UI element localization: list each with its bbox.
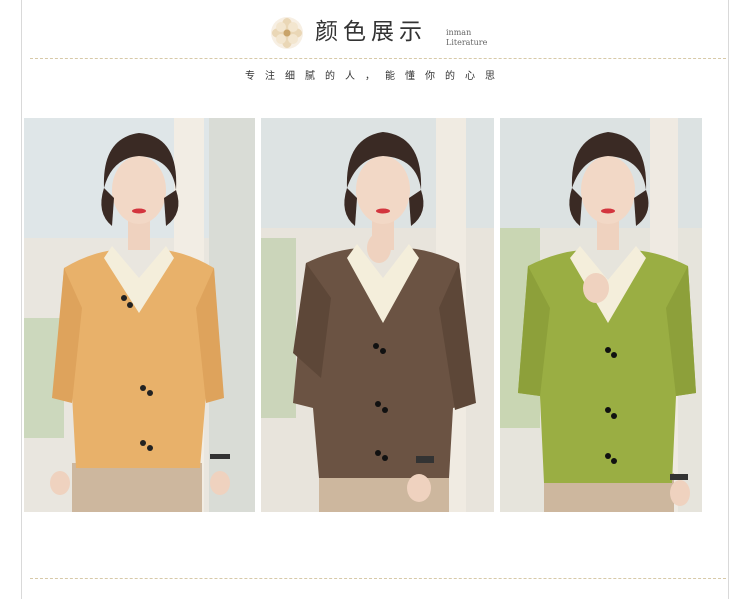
right-page-border: [728, 0, 729, 599]
product-photo-yellow[interactable]: [24, 118, 255, 512]
flower-icon: [270, 16, 304, 50]
section-header: 颜色展示 inman Literature: [0, 0, 750, 60]
product-photo-green[interactable]: [500, 118, 702, 512]
subtitle-line-2: Literature: [446, 38, 488, 47]
color-photo-gallery: [24, 118, 702, 512]
bottom-dotted-divider: [30, 578, 726, 579]
page-title: 颜色展示: [315, 19, 427, 45]
left-page-border: [21, 0, 22, 599]
subtitle: inman Literature: [446, 28, 487, 48]
top-dotted-divider: [30, 58, 726, 59]
tagline: 专注细腻的人，能懂你的心思: [245, 71, 505, 82]
subtitle-line-1: inman: [446, 28, 472, 37]
product-photo-brown[interactable]: [261, 118, 494, 512]
